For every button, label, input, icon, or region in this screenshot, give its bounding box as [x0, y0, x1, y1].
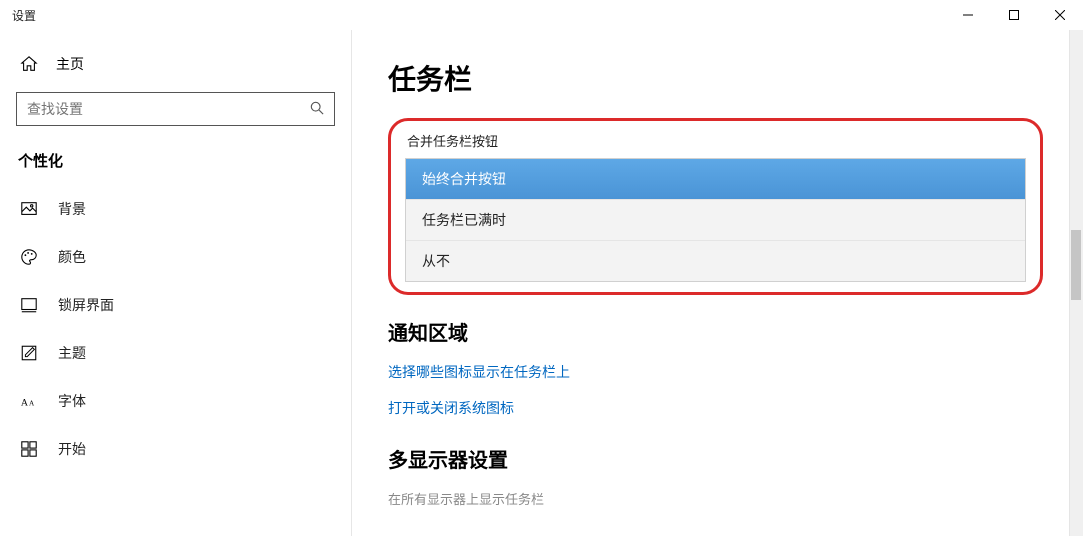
sidebar-item-label: 锁屏界面	[58, 295, 114, 315]
window-maximize-button[interactable]	[991, 0, 1037, 30]
dropdown-option[interactable]: 从不	[406, 240, 1025, 281]
sidebar-item-label: 主题	[58, 343, 86, 363]
home-icon	[20, 55, 38, 73]
home-label: 主页	[56, 54, 84, 74]
multi-monitor-heading: 多显示器设置	[388, 444, 1043, 473]
page-title: 任务栏	[388, 58, 1043, 98]
sidebar-item-lockscreen[interactable]: 锁屏界面	[0, 281, 351, 329]
sidebar-section-label: 个性化	[0, 144, 351, 185]
combine-taskbar-label: 合并任务栏按钮	[405, 127, 1026, 158]
dropdown-option[interactable]: 任务栏已满时	[406, 199, 1025, 240]
sidebar-item-colors[interactable]: 颜色	[0, 233, 351, 281]
sidebar-item-label: 字体	[58, 391, 86, 411]
svg-text:A: A	[29, 400, 35, 408]
search-input[interactable]	[27, 101, 302, 117]
svg-text:A: A	[21, 398, 29, 409]
notification-area-heading: 通知区域	[388, 317, 1043, 346]
close-icon	[1055, 10, 1065, 20]
start-icon	[20, 440, 38, 458]
titlebar: 设置	[0, 0, 1083, 30]
sidebar: 主页 个性化 背景 颜色 锁屏界面	[0, 30, 352, 536]
search-input-container[interactable]	[16, 92, 335, 126]
multi-monitor-hint: 在所有显示器上显示任务栏	[388, 489, 1043, 508]
scrollbar-track[interactable]	[1069, 30, 1083, 536]
sidebar-item-label: 开始	[58, 439, 86, 459]
theme-icon	[20, 344, 38, 362]
link-select-taskbar-icons[interactable]: 选择哪些图标显示在任务栏上	[388, 362, 1043, 382]
scrollbar-thumb[interactable]	[1071, 230, 1081, 300]
sidebar-item-themes[interactable]: 主题	[0, 329, 351, 377]
sidebar-item-fonts[interactable]: AA 字体	[0, 377, 351, 425]
minimize-icon	[963, 10, 973, 20]
sidebar-item-start[interactable]: 开始	[0, 425, 351, 473]
app-title: 设置	[12, 7, 36, 24]
sidebar-item-background[interactable]: 背景	[0, 185, 351, 233]
maximize-icon	[1009, 10, 1019, 20]
combine-taskbar-dropdown[interactable]: 始终合并按钮 任务栏已满时 从不	[405, 158, 1026, 282]
search-icon	[310, 101, 324, 118]
content-area: 任务栏 合并任务栏按钮 始终合并按钮 任务栏已满时 从不 通知区域 选择哪些图标…	[352, 30, 1083, 536]
link-toggle-system-icons[interactable]: 打开或关闭系统图标	[388, 398, 1043, 418]
font-icon: AA	[20, 392, 38, 410]
sidebar-item-label: 背景	[58, 199, 86, 219]
window-close-button[interactable]	[1037, 0, 1083, 30]
sidebar-item-label: 颜色	[58, 247, 86, 267]
highlight-annotation: 合并任务栏按钮 始终合并按钮 任务栏已满时 从不	[388, 118, 1043, 295]
lock-screen-icon	[20, 296, 38, 314]
sidebar-item-home[interactable]: 主页	[0, 46, 351, 92]
dropdown-option-selected[interactable]: 始终合并按钮	[406, 159, 1025, 199]
window-minimize-button[interactable]	[945, 0, 991, 30]
picture-icon	[20, 200, 38, 218]
palette-icon	[20, 248, 38, 266]
